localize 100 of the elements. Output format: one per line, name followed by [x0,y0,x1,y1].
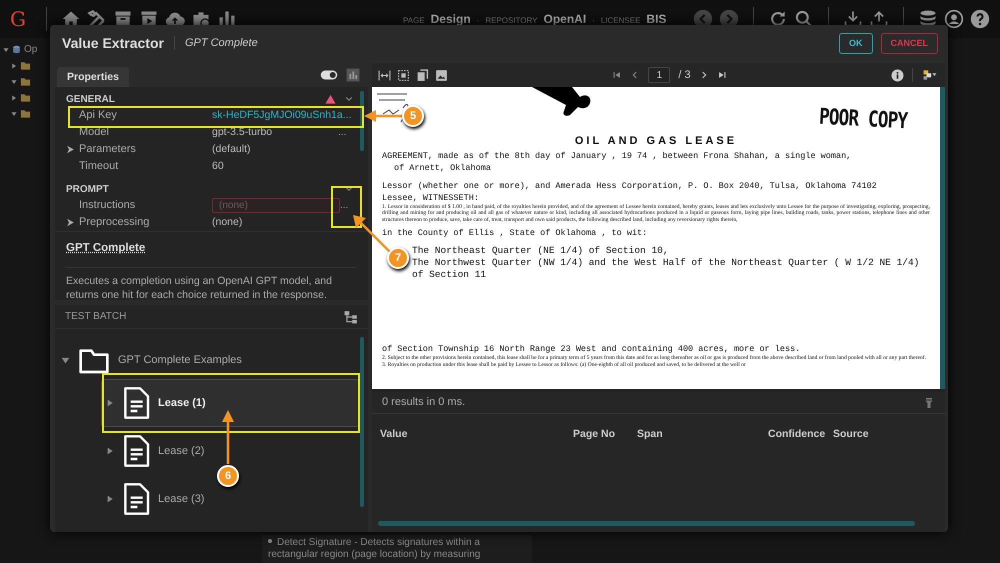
context-value: BIS [646,11,666,28]
last-page-icon[interactable] [716,70,727,80]
tree-item-label: Lease (2) [158,444,204,459]
more-options[interactable]: ... [340,198,356,213]
document-line: of Section Township 16 North Range 23 West and containing 400 acres, more or less. [382,343,802,355]
callout-arrow [364,108,402,124]
separator-dot: · [476,15,480,27]
instructions-field[interactable]: (none) [212,198,340,213]
expand-caret-icon[interactable] [66,145,75,154]
property-row[interactable]: Api Key sk-HeDF5JgMJOi09uSnh1a... [66,107,354,124]
property-label: Instructions [79,198,136,214]
property-label: Preprocessing [79,215,150,230]
tree-item-label: Lease (1) [158,396,206,411]
folder-icon[interactable] [20,60,31,71]
context-value: Design [430,11,471,28]
section-heading: PROMPT [66,182,109,196]
document-line: of Arnett, Oklahoma [393,162,492,174]
caret-right-icon[interactable] [11,62,17,68]
document-line: in the County of Ellis , State of Oklahoma , to wit: [382,227,648,239]
info-icon[interactable] [891,68,904,82]
property-value: (none) [212,214,244,230]
copy-icon[interactable] [416,68,429,82]
openai-link[interactable]: OpenAI [217,275,253,288]
select-region-icon[interactable] [397,68,410,82]
caret-down-icon[interactable] [11,110,17,116]
database-icon [12,45,21,54]
document-line: Lessor (whether one or more), and Amerada Hess Corporation, P. O. Box 2040, Tulsa, Oklahoma 74102 [382,180,878,192]
column-header[interactable]: Source [833,427,937,443]
context-label: PAGE [403,15,425,27]
vertical-scrollbar[interactable] [360,91,364,151]
separator-dot: · [592,15,595,27]
tree-item-label: Lease (3) [158,492,204,507]
callout-arrow [221,410,235,464]
column-header[interactable]: Value [380,427,573,443]
description-text: Executes a completion using an OpenAI GPT model, and returns one hit for each choice returned in the response. [66,267,357,302]
tree-item[interactable]: Lease (2) [101,427,210,475]
fit-width-icon[interactable] [378,68,391,82]
context-label: LICENSEE [600,15,640,27]
legal-description-line: of Section 11 [412,269,488,281]
dialog-subtitle: GPT Complete [184,36,258,51]
property-label: Model [79,125,110,140]
tree-view-icon[interactable] [344,310,358,324]
page-count: / 3 [678,68,691,83]
user-icon[interactable] [944,9,964,29]
property-label: Api Key [79,108,118,124]
property-row[interactable]: Preprocessing (none) [66,214,354,231]
first-page-icon[interactable] [612,70,622,80]
folder-icon[interactable] [20,92,31,103]
column-header[interactable]: Confidence [768,427,833,443]
column-header[interactable]: Page No [573,427,637,443]
tree-item-label[interactable]: Op [24,42,38,57]
help-icon[interactable] [970,9,990,29]
caret-right-icon[interactable] [106,399,114,407]
panel-heading: TEST BATCH [65,310,126,324]
caret-down-icon[interactable] [11,78,17,84]
property-label: Parameters [79,142,137,158]
caret-down-icon[interactable] [61,356,70,364]
tree-item[interactable]: Lease (3) [101,475,210,523]
expand-caret-icon[interactable] [66,218,75,227]
folder-icon[interactable] [20,76,31,87]
more-options[interactable]: ... [338,125,354,140]
property-row[interactable]: Instructions (none) ... [66,197,354,214]
api-key-value[interactable]: sk-HeDF5JgMJOi09uSnh1a... [212,108,352,124]
ok-button[interactable]: OK [839,32,872,54]
document-title: OIL AND GAS LEASE [574,134,738,149]
logo[interactable]: G [10,4,32,34]
property-row[interactable]: Model gpt-3.5-turbo ... [66,124,354,141]
property-value: (default) [212,142,252,157]
document-line: Lessee, WITNESSETH: [382,192,480,204]
caret-right-icon[interactable] [11,94,17,100]
document-line: AGREEMENT, made as of the 8th day of January , 19 74 , between Frona Shahan, a single woman, [382,150,852,162]
stamp-text: POOR COPY [818,104,908,136]
detect-signature-link[interactable]: Detect Signature [277,537,352,548]
folder-icon[interactable] [20,108,31,119]
caret-right-icon[interactable] [106,495,114,503]
legal-description-line: The Northeast Quarter (NE 1/4) of Section 10, [412,245,670,257]
caret-down-icon[interactable] [3,46,9,52]
properties-tab[interactable]: Properties [57,67,129,87]
caret-right-icon[interactable] [106,447,114,455]
description-text: Detect Signature - Detects signatures within a rectangular region (page location) by measuring [262,535,532,563]
bullet-icon [268,539,272,544]
legal-description-line: The Northwest Quarter (NW 1/4) and the West Half of the Northeast Quarter ( W 1/2 NE 1/4) [412,257,920,269]
property-row[interactable]: Parameters (default) [66,141,354,158]
property-row[interactable]: Timeout 60 [66,158,354,175]
filter-icon[interactable] [923,396,935,408]
page-number-field[interactable]: 1 [648,67,670,83]
property-value: 60 [212,158,225,174]
column-header[interactable]: Span [637,427,768,443]
property-label: Timeout [79,159,120,174]
section-heading: GENERAL [66,92,115,106]
vertical-scrollbar[interactable] [360,337,364,507]
context-label: REPOSITORY [485,15,538,27]
component-title[interactable]: GPT Complete [66,240,146,258]
horizontal-scrollbar[interactable] [378,521,915,526]
tree-item[interactable]: Lease (1) [101,379,359,427]
image-icon[interactable] [435,68,448,82]
bar-chart-icon[interactable] [346,68,360,82]
tree-item-label[interactable]: GPT Complete Examples [118,352,242,368]
ink-blot-drawing [532,87,592,117]
dialog-title: Value Extractor [62,34,164,52]
